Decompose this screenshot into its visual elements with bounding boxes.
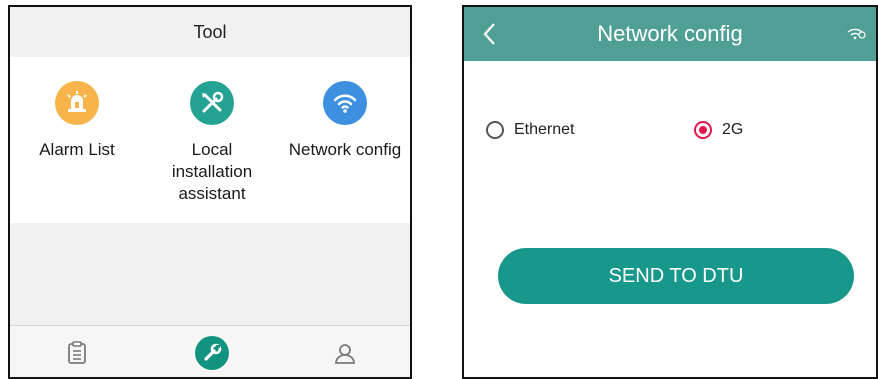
radio-label: Ethernet <box>514 121 575 138</box>
radio-label: 2G <box>722 121 744 138</box>
tool-item-local-installation-assistant[interactable]: Local installation assistant <box>145 57 279 205</box>
empty-area <box>10 223 410 325</box>
tool-item-label: Local installation assistant <box>171 140 253 203</box>
nav-item-records[interactable] <box>10 326 144 377</box>
radio-2g[interactable]: 2G <box>694 121 743 139</box>
signal-icon <box>847 28 866 40</box>
network-config-header: Network config <box>464 7 876 61</box>
radio-circle <box>486 121 504 139</box>
tool-item-alarm-list[interactable]: Alarm List <box>10 57 144 161</box>
user-icon <box>335 344 355 364</box>
wrench-icon <box>195 336 229 370</box>
wifi-icon <box>323 81 367 125</box>
tools-icon <box>190 81 234 125</box>
back-button[interactable] <box>478 19 502 49</box>
chevron-left-icon <box>483 23 495 45</box>
clipboard-icon <box>68 341 86 364</box>
tool-item-network-config[interactable]: Network config <box>278 57 410 161</box>
network-config-screen: Network config Ethernet 2G SEND TO DTU <box>462 5 878 379</box>
page-title: Tool <box>193 21 227 42</box>
tool-grid: Alarm List Local installation assistant <box>10 57 410 223</box>
radio-circle-selected <box>694 121 712 139</box>
tool-item-label: Network config <box>288 140 402 159</box>
page-title: Network config <box>597 21 743 46</box>
radio-ethernet[interactable]: Ethernet <box>486 121 574 139</box>
tool-screen: Tool Alarm List Local installation assis… <box>8 5 412 379</box>
send-to-dtu-button[interactable]: SEND TO DTU <box>498 248 854 304</box>
nav-item-profile[interactable] <box>278 326 410 377</box>
nav-item-tool[interactable] <box>145 326 279 377</box>
alarm-icon <box>55 81 99 125</box>
tool-item-label: Alarm List <box>39 140 115 159</box>
bottom-nav <box>10 325 410 377</box>
tool-header: Tool <box>10 7 410 57</box>
